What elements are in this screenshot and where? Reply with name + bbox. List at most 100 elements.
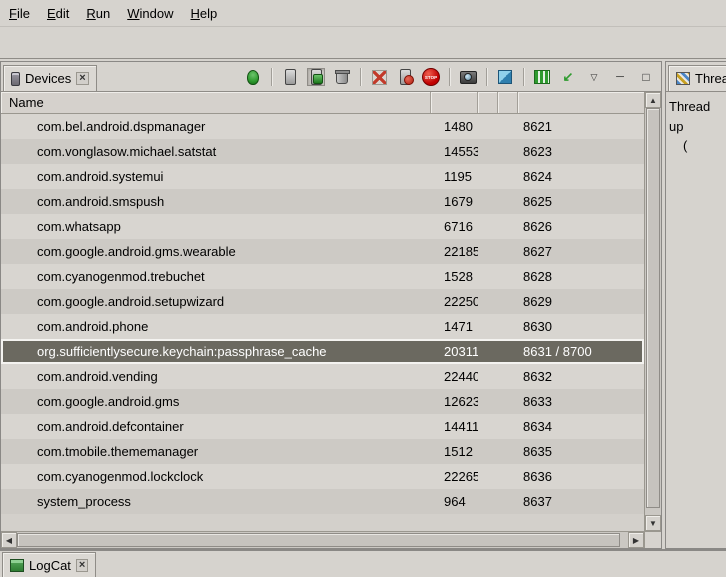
process-port: 8629 bbox=[518, 294, 644, 309]
horizontal-scrollbar: ◀ ▶ bbox=[1, 531, 644, 548]
tab-threads[interactable]: Threa bbox=[668, 65, 726, 91]
process-pid: 1512 bbox=[431, 444, 478, 459]
maximize-icon[interactable] bbox=[637, 68, 655, 86]
process-name: com.google.android.gms bbox=[1, 394, 431, 409]
scroll-up-icon[interactable]: ▲ bbox=[645, 92, 661, 108]
tab-logcat[interactable]: LogCat × bbox=[2, 552, 96, 577]
table-row[interactable]: com.cyanogenmod.trebuchet 1528 8628 bbox=[1, 264, 644, 289]
vertical-scrollbar: ▲ ▼ bbox=[644, 92, 661, 531]
view-menu-icon[interactable] bbox=[585, 68, 603, 86]
menu-bar: File Edit Run Window Help bbox=[0, 0, 726, 26]
threads-view: Threa Thread up ( bbox=[665, 61, 726, 549]
table-row[interactable]: com.android.systemui 1195 8624 bbox=[1, 164, 644, 189]
process-name: com.whatsapp bbox=[1, 219, 431, 234]
menu-file[interactable]: File bbox=[9, 6, 30, 21]
main-toolbar bbox=[0, 26, 726, 59]
column-header-name-label: Name bbox=[9, 95, 44, 110]
table-row[interactable]: com.android.smspush 1679 8625 bbox=[1, 189, 644, 214]
scrollbar-corner bbox=[644, 531, 661, 548]
column-header-pid[interactable] bbox=[431, 92, 478, 113]
process-name: com.cyanogenmod.trebuchet bbox=[1, 269, 431, 284]
devices-tabbar: Devices × bbox=[1, 62, 661, 92]
heap-icon[interactable] bbox=[281, 68, 299, 86]
process-port: 8632 bbox=[518, 369, 644, 384]
process-port: 8626 bbox=[518, 219, 644, 234]
table-row[interactable]: com.google.android.gms.wearable 22185 86… bbox=[1, 239, 644, 264]
table-row[interactable]: com.whatsapp 6716 8626 bbox=[1, 214, 644, 239]
vertical-scrollbar-trough[interactable] bbox=[645, 508, 661, 515]
table-row[interactable]: org.sufficientlysecure.keychain:passphra… bbox=[1, 339, 644, 364]
threads-icon bbox=[676, 72, 690, 85]
table-row[interactable]: com.google.android.setupwizard 22250 862… bbox=[1, 289, 644, 314]
method-profiling-icon[interactable] bbox=[396, 68, 414, 86]
process-port: 8637 bbox=[518, 494, 644, 509]
systrace-icon[interactable] bbox=[533, 68, 551, 86]
toolbar-separator bbox=[360, 68, 361, 86]
table-row[interactable]: com.tmobile.thememanager 1512 8635 bbox=[1, 439, 644, 464]
process-pid: 14411 bbox=[431, 419, 478, 434]
column-header-name[interactable]: Name bbox=[1, 92, 431, 113]
table-row[interactable]: system_process 964 8637 bbox=[1, 489, 644, 514]
process-port: 8634 bbox=[518, 419, 644, 434]
close-icon[interactable]: × bbox=[76, 72, 88, 85]
close-icon[interactable]: × bbox=[76, 559, 88, 572]
menu-help[interactable]: Help bbox=[190, 6, 217, 21]
table-row[interactable]: com.android.defcontainer 14411 8634 bbox=[1, 414, 644, 439]
process-pid: 1471 bbox=[431, 319, 478, 334]
threads-message-line1: Thread up bbox=[669, 97, 723, 136]
process-pid: 22250 bbox=[431, 294, 478, 309]
view-hierarchy-icon[interactable] bbox=[496, 68, 514, 86]
process-table-area: Name com.bel.android.dspmanager 1480 862… bbox=[1, 92, 661, 548]
menu-run[interactable]: Run bbox=[86, 6, 110, 21]
minimize-icon[interactable] bbox=[611, 68, 629, 86]
threads-message: Thread up ( bbox=[666, 92, 726, 548]
stop-process-icon[interactable] bbox=[422, 68, 440, 86]
update-heap-icon[interactable] bbox=[307, 68, 325, 86]
debug-icon[interactable] bbox=[244, 68, 262, 86]
tab-devices-label: Devices bbox=[25, 71, 71, 86]
column-header-empty-1[interactable] bbox=[478, 92, 498, 113]
toolbar-separator bbox=[271, 68, 272, 86]
horizontal-scrollbar-trough[interactable] bbox=[620, 532, 628, 548]
process-pid: 20311 bbox=[431, 344, 478, 359]
horizontal-scrollbar-thumb[interactable] bbox=[17, 533, 620, 547]
process-port: 8630 bbox=[518, 319, 644, 334]
process-name: com.google.android.gms.wearable bbox=[1, 244, 431, 259]
table-row[interactable]: com.android.phone 1471 8630 bbox=[1, 314, 644, 339]
tab-devices[interactable]: Devices × bbox=[3, 65, 97, 91]
table-row[interactable]: com.android.vending 22440 8632 bbox=[1, 364, 644, 389]
vertical-scrollbar-thumb[interactable] bbox=[646, 108, 660, 508]
process-name: com.google.android.setupwizard bbox=[1, 294, 431, 309]
process-name: system_process bbox=[1, 494, 431, 509]
opengl-trace-icon[interactable] bbox=[559, 68, 577, 86]
scroll-right-icon[interactable]: ▶ bbox=[628, 532, 644, 548]
table-row[interactable]: com.cyanogenmod.lockclock 22265 8636 bbox=[1, 464, 644, 489]
process-name: com.android.vending bbox=[1, 369, 431, 384]
toolbar-separator bbox=[449, 68, 450, 86]
process-port: 8635 bbox=[518, 444, 644, 459]
process-pid: 14553 bbox=[431, 144, 478, 159]
process-port: 8633 bbox=[518, 394, 644, 409]
threads-message-line2: ( bbox=[669, 136, 723, 156]
column-header-port[interactable] bbox=[518, 92, 644, 113]
scroll-left-icon[interactable]: ◀ bbox=[1, 532, 17, 548]
gc-icon[interactable] bbox=[333, 68, 351, 86]
process-pid: 1528 bbox=[431, 269, 478, 284]
menu-edit[interactable]: Edit bbox=[47, 6, 69, 21]
process-pid: 1480 bbox=[431, 119, 478, 134]
process-port: 8631 / 8700 bbox=[518, 344, 644, 359]
menu-window[interactable]: Window bbox=[127, 6, 173, 21]
tab-threads-label: Threa bbox=[695, 71, 726, 86]
column-header-empty-2[interactable] bbox=[498, 92, 518, 113]
table-row[interactable]: com.vonglasow.michael.satstat 14553 8623 bbox=[1, 139, 644, 164]
process-name: com.android.smspush bbox=[1, 194, 431, 209]
process-pid: 22185 bbox=[431, 244, 478, 259]
process-name: com.android.systemui bbox=[1, 169, 431, 184]
table-row[interactable]: com.google.android.gms 12623 8633 bbox=[1, 389, 644, 414]
update-threads-icon[interactable] bbox=[370, 68, 388, 86]
table-row[interactable]: com.bel.android.dspmanager 1480 8621 bbox=[1, 114, 644, 139]
scroll-down-icon[interactable]: ▼ bbox=[645, 515, 661, 531]
screen-capture-icon[interactable] bbox=[459, 68, 477, 86]
process-name: com.cyanogenmod.lockclock bbox=[1, 469, 431, 484]
process-table: com.bel.android.dspmanager 1480 8621 com… bbox=[1, 114, 644, 531]
